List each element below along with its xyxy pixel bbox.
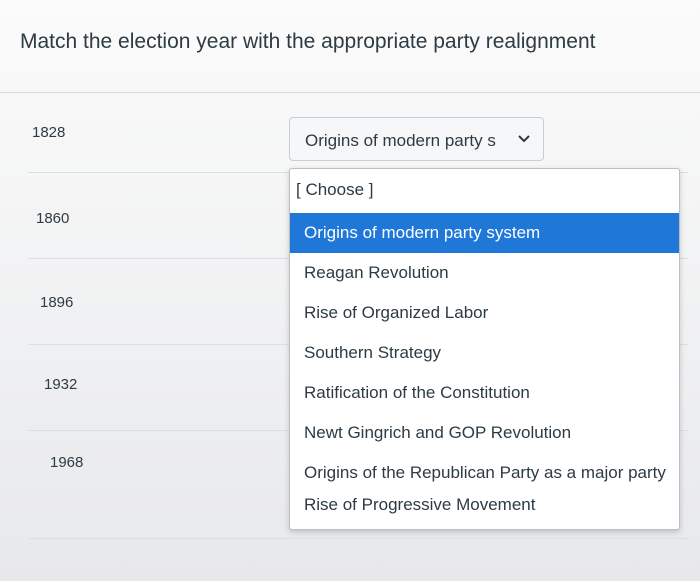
header-divider (0, 92, 700, 93)
option-reagan-revolution[interactable]: Reagan Revolution (290, 253, 679, 293)
select-value: Origins of modern party s (305, 131, 496, 150)
option-southern-strategy[interactable]: Southern Strategy (290, 333, 679, 373)
option-rise-organized-labor[interactable]: Rise of Organized Labor (290, 293, 679, 333)
question-text: Match the election year with the appropr… (20, 30, 596, 53)
year-label-1828: 1828 (32, 124, 66, 141)
year-label-1968: 1968 (50, 454, 84, 471)
select-dropdown-list: [ Choose ] Origins of modern party syste… (289, 168, 680, 530)
row-divider (28, 538, 688, 539)
question-card: Match the election year with the appropr… (0, 0, 700, 581)
option-ratification-constitution[interactable]: Ratification of the Constitution (290, 373, 679, 413)
chevron-down-icon (518, 135, 530, 143)
year-label-1932: 1932 (44, 376, 78, 393)
option-rise-progressive-movement[interactable]: Rise of Progressive Movement (290, 485, 679, 525)
option-newt-gingrich-gop-revolution[interactable]: Newt Gingrich and GOP Revolution (290, 413, 679, 453)
option-origins-modern-party-system[interactable]: Origins of modern party system (290, 213, 679, 253)
answer-select-1828[interactable]: Origins of modern party s (289, 117, 544, 161)
option-choose[interactable]: [ Choose ] (290, 170, 679, 210)
year-label-1896: 1896 (40, 294, 74, 311)
year-label-1860: 1860 (36, 210, 70, 227)
